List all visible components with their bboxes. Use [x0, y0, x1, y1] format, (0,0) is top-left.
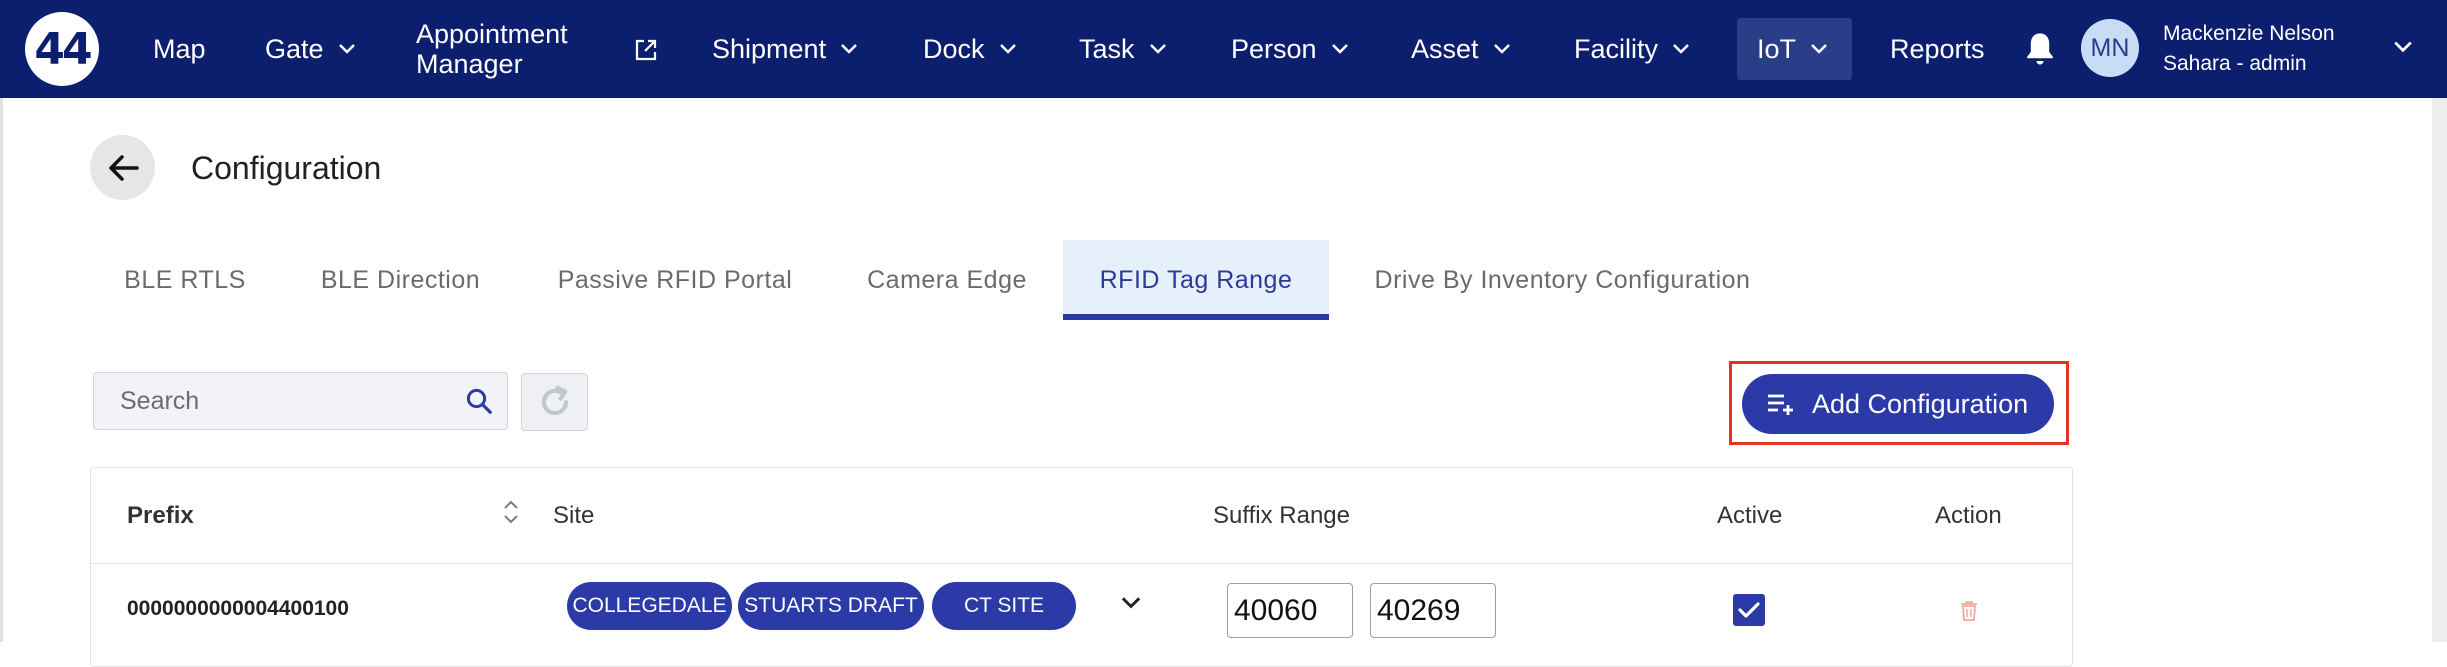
site-dropdown-chevron-down-icon[interactable]	[1120, 596, 1142, 610]
column-header-prefix[interactable]: Prefix	[127, 502, 194, 530]
chevron-down-icon	[1673, 44, 1689, 54]
column-header-action: Action	[1935, 502, 2002, 529]
chevron-down-icon	[1493, 44, 1510, 54]
back-button[interactable]	[90, 135, 155, 200]
nav-item-map[interactable]: Map	[153, 0, 206, 98]
column-header-active: Active	[1717, 502, 1783, 529]
chevron-down-icon	[841, 44, 857, 54]
site-chip[interactable]: CT SITE	[932, 582, 1076, 630]
column-header-site: Site	[553, 502, 595, 529]
nav-item-appointment-manager[interactable]: Appointment Manager	[416, 0, 568, 98]
top-navigation-bar: 44 Map Gate Appointment Manager Shipment…	[0, 0, 2447, 98]
nav-item-reports[interactable]: Reports	[1890, 0, 1985, 98]
user-role: Sahara - admin	[2163, 52, 2307, 75]
chevron-down-icon	[1331, 44, 1348, 54]
suffix-range-from-input[interactable]	[1227, 583, 1353, 638]
tab-rfid-tag-range[interactable]: RFID Tag Range	[1063, 240, 1329, 320]
tab-passive-rfid-portal[interactable]: Passive RFID Portal	[540, 240, 810, 320]
search-box	[93, 372, 508, 430]
tab-drive-by-inventory-configuration[interactable]: Drive By Inventory Configuration	[1350, 240, 1775, 320]
table-row-prefix: 0000000000004400100	[127, 597, 349, 620]
configuration-table	[90, 467, 2073, 667]
nav-item-iot[interactable]: IoT	[1757, 0, 1828, 98]
nav-item-gate[interactable]: Gate	[265, 0, 356, 98]
site-chip[interactable]: COLLEGEDALE	[567, 582, 732, 630]
active-tab-indicator	[1063, 314, 1329, 320]
chevron-down-icon	[338, 44, 355, 54]
column-header-suffix-range: Suffix Range	[1213, 502, 1350, 529]
table-header-divider	[91, 563, 2072, 564]
user-name: Mackenzie Nelson	[2163, 22, 2335, 45]
nav-item-facility[interactable]: Facility	[1574, 0, 1690, 98]
chevron-down-icon	[1149, 44, 1166, 54]
delete-icon[interactable]	[1960, 600, 1978, 622]
user-menu-chevron-down-icon[interactable]	[2393, 40, 2413, 54]
site-chip[interactable]: STUARTS DRAFT	[738, 582, 924, 630]
tab-ble-rtls[interactable]: BLE RTLS	[104, 240, 266, 320]
refresh-button[interactable]	[521, 373, 588, 431]
arrow-left-icon	[108, 154, 139, 181]
suffix-range-to-input[interactable]	[1370, 583, 1496, 638]
nav-item-shipment[interactable]: Shipment	[712, 0, 858, 98]
search-input[interactable]	[94, 373, 434, 429]
nav-item-person[interactable]: Person	[1231, 0, 1349, 98]
tab-camera-edge[interactable]: Camera Edge	[847, 240, 1047, 320]
nav-item-asset[interactable]: Asset	[1411, 0, 1511, 98]
external-link-icon[interactable]	[634, 38, 658, 62]
nav-item-dock[interactable]: Dock	[923, 0, 1017, 98]
bell-icon[interactable]	[2023, 30, 2057, 68]
tab-ble-direction[interactable]: BLE Direction	[297, 240, 504, 320]
app-logo[interactable]: 44	[25, 12, 99, 86]
logo-text: 44	[34, 23, 92, 75]
checkmark-icon	[1738, 602, 1760, 618]
add-configuration-button[interactable]: Add Configuration	[1742, 374, 2054, 434]
active-checkbox[interactable]	[1733, 594, 1765, 626]
chevron-down-icon	[1811, 44, 1827, 54]
playlist-add-icon	[1766, 392, 1796, 416]
chevron-down-icon	[999, 44, 1016, 54]
search-icon[interactable]	[464, 386, 494, 416]
sort-icon[interactable]	[502, 499, 520, 525]
page-title: Configuration	[191, 150, 382, 186]
vertical-scrollbar[interactable]	[2432, 98, 2447, 642]
user-avatar[interactable]: MN	[2081, 19, 2139, 77]
left-edge-divider	[0, 98, 3, 642]
refresh-icon	[541, 385, 568, 416]
nav-item-task[interactable]: Task	[1079, 0, 1167, 98]
